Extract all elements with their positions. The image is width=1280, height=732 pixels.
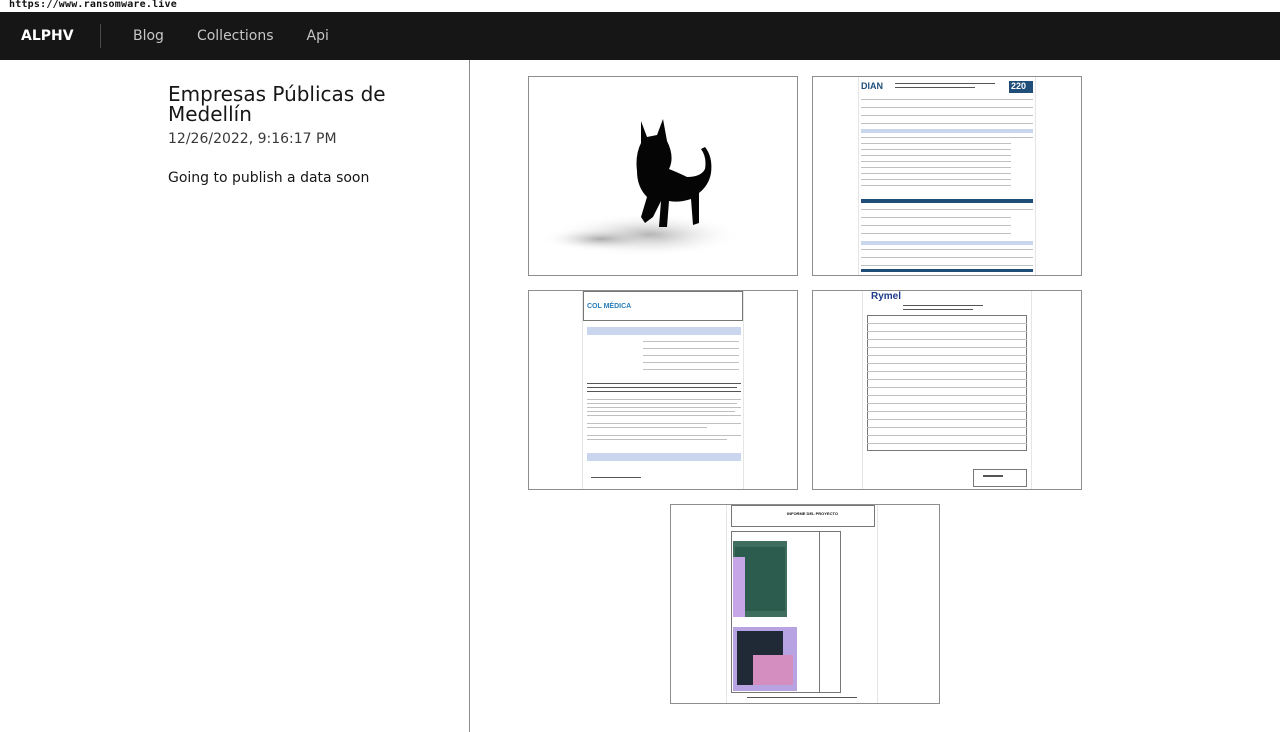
dian-form-document: DIAN 220: [859, 77, 1035, 275]
url-text: https://www.ransomware.live: [9, 0, 177, 10]
rymel-transformer-test-image[interactable]: Rymel: [812, 290, 1082, 490]
post-date: 12/26/2022, 9:16:17 PM: [168, 131, 337, 147]
url-overlay: https://www.ransomware.live: [0, 0, 1280, 12]
post-body: Going to publish a data soon: [168, 170, 370, 186]
nav-divider: [100, 24, 101, 48]
rymel-logo: Rymel: [871, 291, 902, 302]
post-details-pane: Empresas Públicas de Medellín 12/26/2022…: [0, 60, 470, 732]
top-navbar: ALPHV Blog Collections Api: [0, 12, 1280, 60]
nav-link-blog[interactable]: Blog: [133, 28, 164, 44]
rymel-document: Rymel: [863, 291, 1031, 489]
black-cat-icon: [541, 119, 742, 257]
form-number-text: 220: [1011, 81, 1027, 91]
project-report-campaign-image[interactable]: INFORME DEL PROYECTO: [670, 504, 940, 704]
cat-silhouette-image[interactable]: [528, 76, 798, 276]
nav-link-api[interactable]: Api: [307, 28, 329, 44]
brand-logo[interactable]: ALPHV: [21, 28, 74, 44]
dian-form-220-image[interactable]: DIAN 220: [812, 76, 1082, 276]
colmedica-document: COL MÉDICA: [583, 291, 743, 489]
nav-link-collections[interactable]: Collections: [197, 28, 274, 44]
colmedica-security-policy-image[interactable]: COL MÉDICA: [528, 290, 798, 490]
dian-logo: DIAN: [861, 81, 883, 91]
project-report-document: INFORME DEL PROYECTO: [727, 505, 877, 703]
report-title: INFORME DEL PROYECTO: [787, 511, 838, 516]
post-title: Empresas Públicas de Medellín: [168, 82, 386, 126]
